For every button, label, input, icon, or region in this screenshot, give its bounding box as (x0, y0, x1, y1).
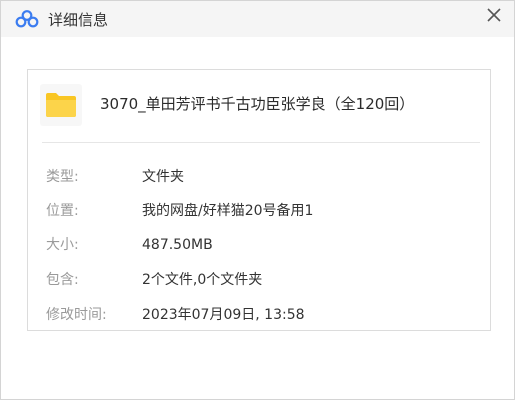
detail-row-size: 大小: 487.50MB (28, 235, 490, 255)
details-dialog: 详细信息 3070_单田芳评书千古功臣张学良（全120回） 类型: 文件夹 位置… (0, 0, 515, 400)
detail-label: 类型: (46, 169, 79, 185)
detail-value: 文件夹 (142, 169, 184, 185)
detail-label: 大小: (46, 237, 79, 253)
folder-thumbnail (40, 84, 82, 126)
window-title: 详细信息 (48, 11, 109, 29)
detail-row-modified: 修改时间: 2023年07月09日, 13:58 (28, 305, 490, 325)
file-name: 3070_单田芳评书千古功臣张学良（全120回） (100, 95, 415, 113)
detail-row-type: 类型: 文件夹 (28, 167, 490, 187)
detail-label: 修改时间: (46, 307, 107, 323)
folder-icon (46, 93, 76, 117)
detail-value: 2个文件,0个文件夹 (142, 272, 263, 288)
detail-row-location: 位置: 我的网盘/好样猫20号备用1 (28, 201, 490, 221)
file-details-card: 3070_单田芳评书千古功臣张学良（全120回） 类型: 文件夹 位置: 我的网… (27, 69, 491, 331)
detail-value: 2023年07月09日, 13:58 (142, 307, 305, 323)
detail-row-contains: 包含: 2个文件,0个文件夹 (28, 270, 490, 290)
detail-label: 包含: (46, 272, 79, 288)
title-bar[interactable]: 详细信息 (1, 1, 514, 37)
detail-value: 我的网盘/好样猫20号备用1 (142, 203, 314, 219)
divider (42, 142, 480, 143)
detail-label: 位置: (46, 203, 79, 219)
close-button[interactable] (480, 3, 508, 29)
detail-value: 487.50MB (142, 237, 213, 253)
close-icon[interactable] (480, 3, 508, 29)
app-logo-icon (15, 10, 39, 28)
